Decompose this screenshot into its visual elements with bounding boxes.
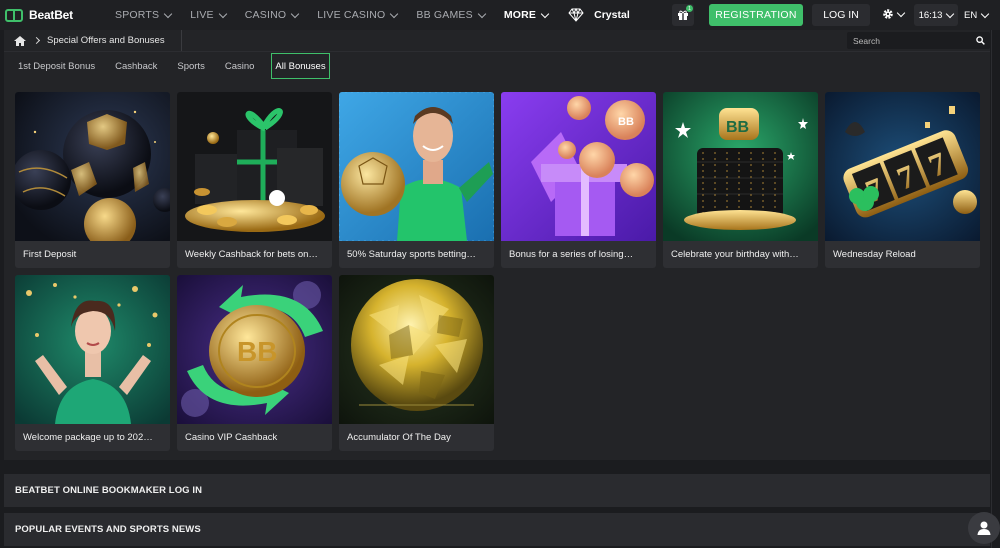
- bonus-card[interactable]: 7 7 7 Wednesday Reload: [825, 92, 980, 268]
- tab-casino[interactable]: Casino: [222, 53, 258, 79]
- nav-item-crystal[interactable]: Crystal: [568, 8, 630, 22]
- bonus-card-title: First Deposit: [23, 249, 77, 260]
- chevron-down-icon: [980, 9, 990, 18]
- goalkeeper-ball-image: [339, 92, 494, 241]
- tab-1st-deposit-bonus[interactable]: 1st Deposit Bonus: [15, 53, 98, 79]
- scrollbar[interactable]: [991, 30, 1000, 548]
- chevron-right-icon: [32, 36, 41, 45]
- chevron-down-icon: [218, 9, 228, 18]
- clock-dropdown[interactable]: 16:13: [914, 4, 958, 26]
- chevron-down-icon: [477, 9, 487, 18]
- gift-button[interactable]: 1: [672, 4, 694, 26]
- brand-logo[interactable]: BeatBet: [5, 8, 97, 22]
- bonus-card[interactable]: BB Casino VIP Cashback: [177, 275, 332, 451]
- nav-item-live[interactable]: LIVE: [190, 9, 228, 21]
- bonus-card[interactable]: BB Bonus for a series of losing…: [501, 92, 656, 268]
- login-button[interactable]: LOG IN: [812, 4, 870, 26]
- top-navigation-bar: BeatBet SPORTS LIVE CASINO LIVE CASINO B…: [0, 0, 1000, 30]
- bonus-card[interactable]: Accumulator Of The Day: [339, 275, 494, 451]
- news-section[interactable]: POPULAR EVENTS AND SPORTS NEWS: [4, 513, 990, 546]
- diamond-icon: [568, 8, 584, 22]
- chevron-down-icon: [896, 8, 906, 17]
- nav-item-live-casino[interactable]: LIVE CASINO: [317, 9, 399, 21]
- nav-item-casino[interactable]: CASINO: [245, 9, 300, 21]
- bonus-card-title: Celebrate your birthday with…: [671, 249, 799, 260]
- search-icon[interactable]: [976, 36, 985, 45]
- svg-text:BB: BB: [726, 119, 749, 136]
- nav-item-sports[interactable]: SPORTS: [115, 9, 173, 21]
- black-gold-balls-image: [15, 92, 170, 241]
- chevron-down-icon: [540, 9, 550, 18]
- chevron-down-icon: [163, 9, 173, 18]
- woman-confetti-image: [15, 275, 170, 424]
- purple-gift-coins-image: BB: [501, 92, 656, 241]
- bonus-grid: First Deposit Weekly Cashback for bets o…: [4, 80, 990, 460]
- svg-text:BB: BB: [618, 116, 634, 128]
- bonus-card[interactable]: Welcome package up to 202…: [15, 275, 170, 451]
- disco-ball-image: [339, 275, 494, 424]
- login-info-section[interactable]: BEATBET ONLINE BOOKMAKER LOG IN: [4, 474, 990, 507]
- bonus-card-title: Accumulator Of The Day: [347, 432, 451, 443]
- gear-icon: [883, 9, 893, 19]
- bonus-card-title: Weekly Cashback for bets on…: [185, 249, 318, 260]
- tab-sports[interactable]: Sports: [174, 53, 207, 79]
- slot-reels-777-image: 7 7 7: [825, 92, 980, 241]
- breadcrumb: Special Offers and Bonuses: [4, 30, 990, 51]
- bonus-card[interactable]: 50% Saturday sports betting…: [339, 92, 494, 268]
- bonus-card-title: 50% Saturday sports betting…: [347, 249, 476, 260]
- chevron-down-icon: [390, 9, 399, 18]
- svg-text:BB: BB: [237, 336, 277, 367]
- bonus-card-title: Bonus for a series of losing…: [509, 249, 634, 260]
- search-input[interactable]: [847, 35, 967, 46]
- tab-cashback[interactable]: Cashback: [112, 53, 160, 79]
- nav-item-bb-games[interactable]: BB GAMES: [416, 9, 487, 21]
- search-box: [847, 32, 990, 49]
- tab-all-bonuses[interactable]: All Bonuses: [271, 53, 330, 79]
- settings-button[interactable]: [882, 8, 906, 20]
- chevron-down-icon: [946, 9, 955, 18]
- bonus-card[interactable]: First Deposit: [15, 92, 170, 268]
- notification-badge: 1: [686, 5, 693, 12]
- user-icon: [977, 521, 991, 535]
- chevron-down-icon: [290, 9, 300, 18]
- gift-box-coins-image: [177, 92, 332, 241]
- registration-button[interactable]: REGISTRATION: [709, 4, 803, 26]
- bonus-card-title: Casino VIP Cashback: [185, 432, 278, 443]
- birthday-cake-image: BB: [663, 92, 818, 241]
- bonus-tabs: 1st Deposit Bonus Cashback Sports Casino…: [4, 51, 990, 80]
- bonus-card[interactable]: BB Celebrate your birthday with…: [663, 92, 818, 268]
- nav-item-more[interactable]: MORE: [504, 9, 550, 21]
- gold-coin-arrows-image: BB: [177, 275, 332, 424]
- support-chat-button[interactable]: [968, 512, 1000, 544]
- main-nav: SPORTS LIVE CASINO LIVE CASINO BB GAMES …: [97, 0, 630, 30]
- bonus-card[interactable]: Weekly Cashback for bets on…: [177, 92, 332, 268]
- logo-icon: [5, 8, 23, 22]
- brand-name: BeatBet: [29, 8, 73, 22]
- bonus-card-title: Wednesday Reload: [833, 249, 916, 260]
- breadcrumb-current: Special Offers and Bonuses: [47, 30, 182, 51]
- language-selector[interactable]: EN: [964, 4, 990, 26]
- home-icon[interactable]: [14, 35, 26, 46]
- bonus-card-title: Welcome package up to 202…: [23, 432, 153, 443]
